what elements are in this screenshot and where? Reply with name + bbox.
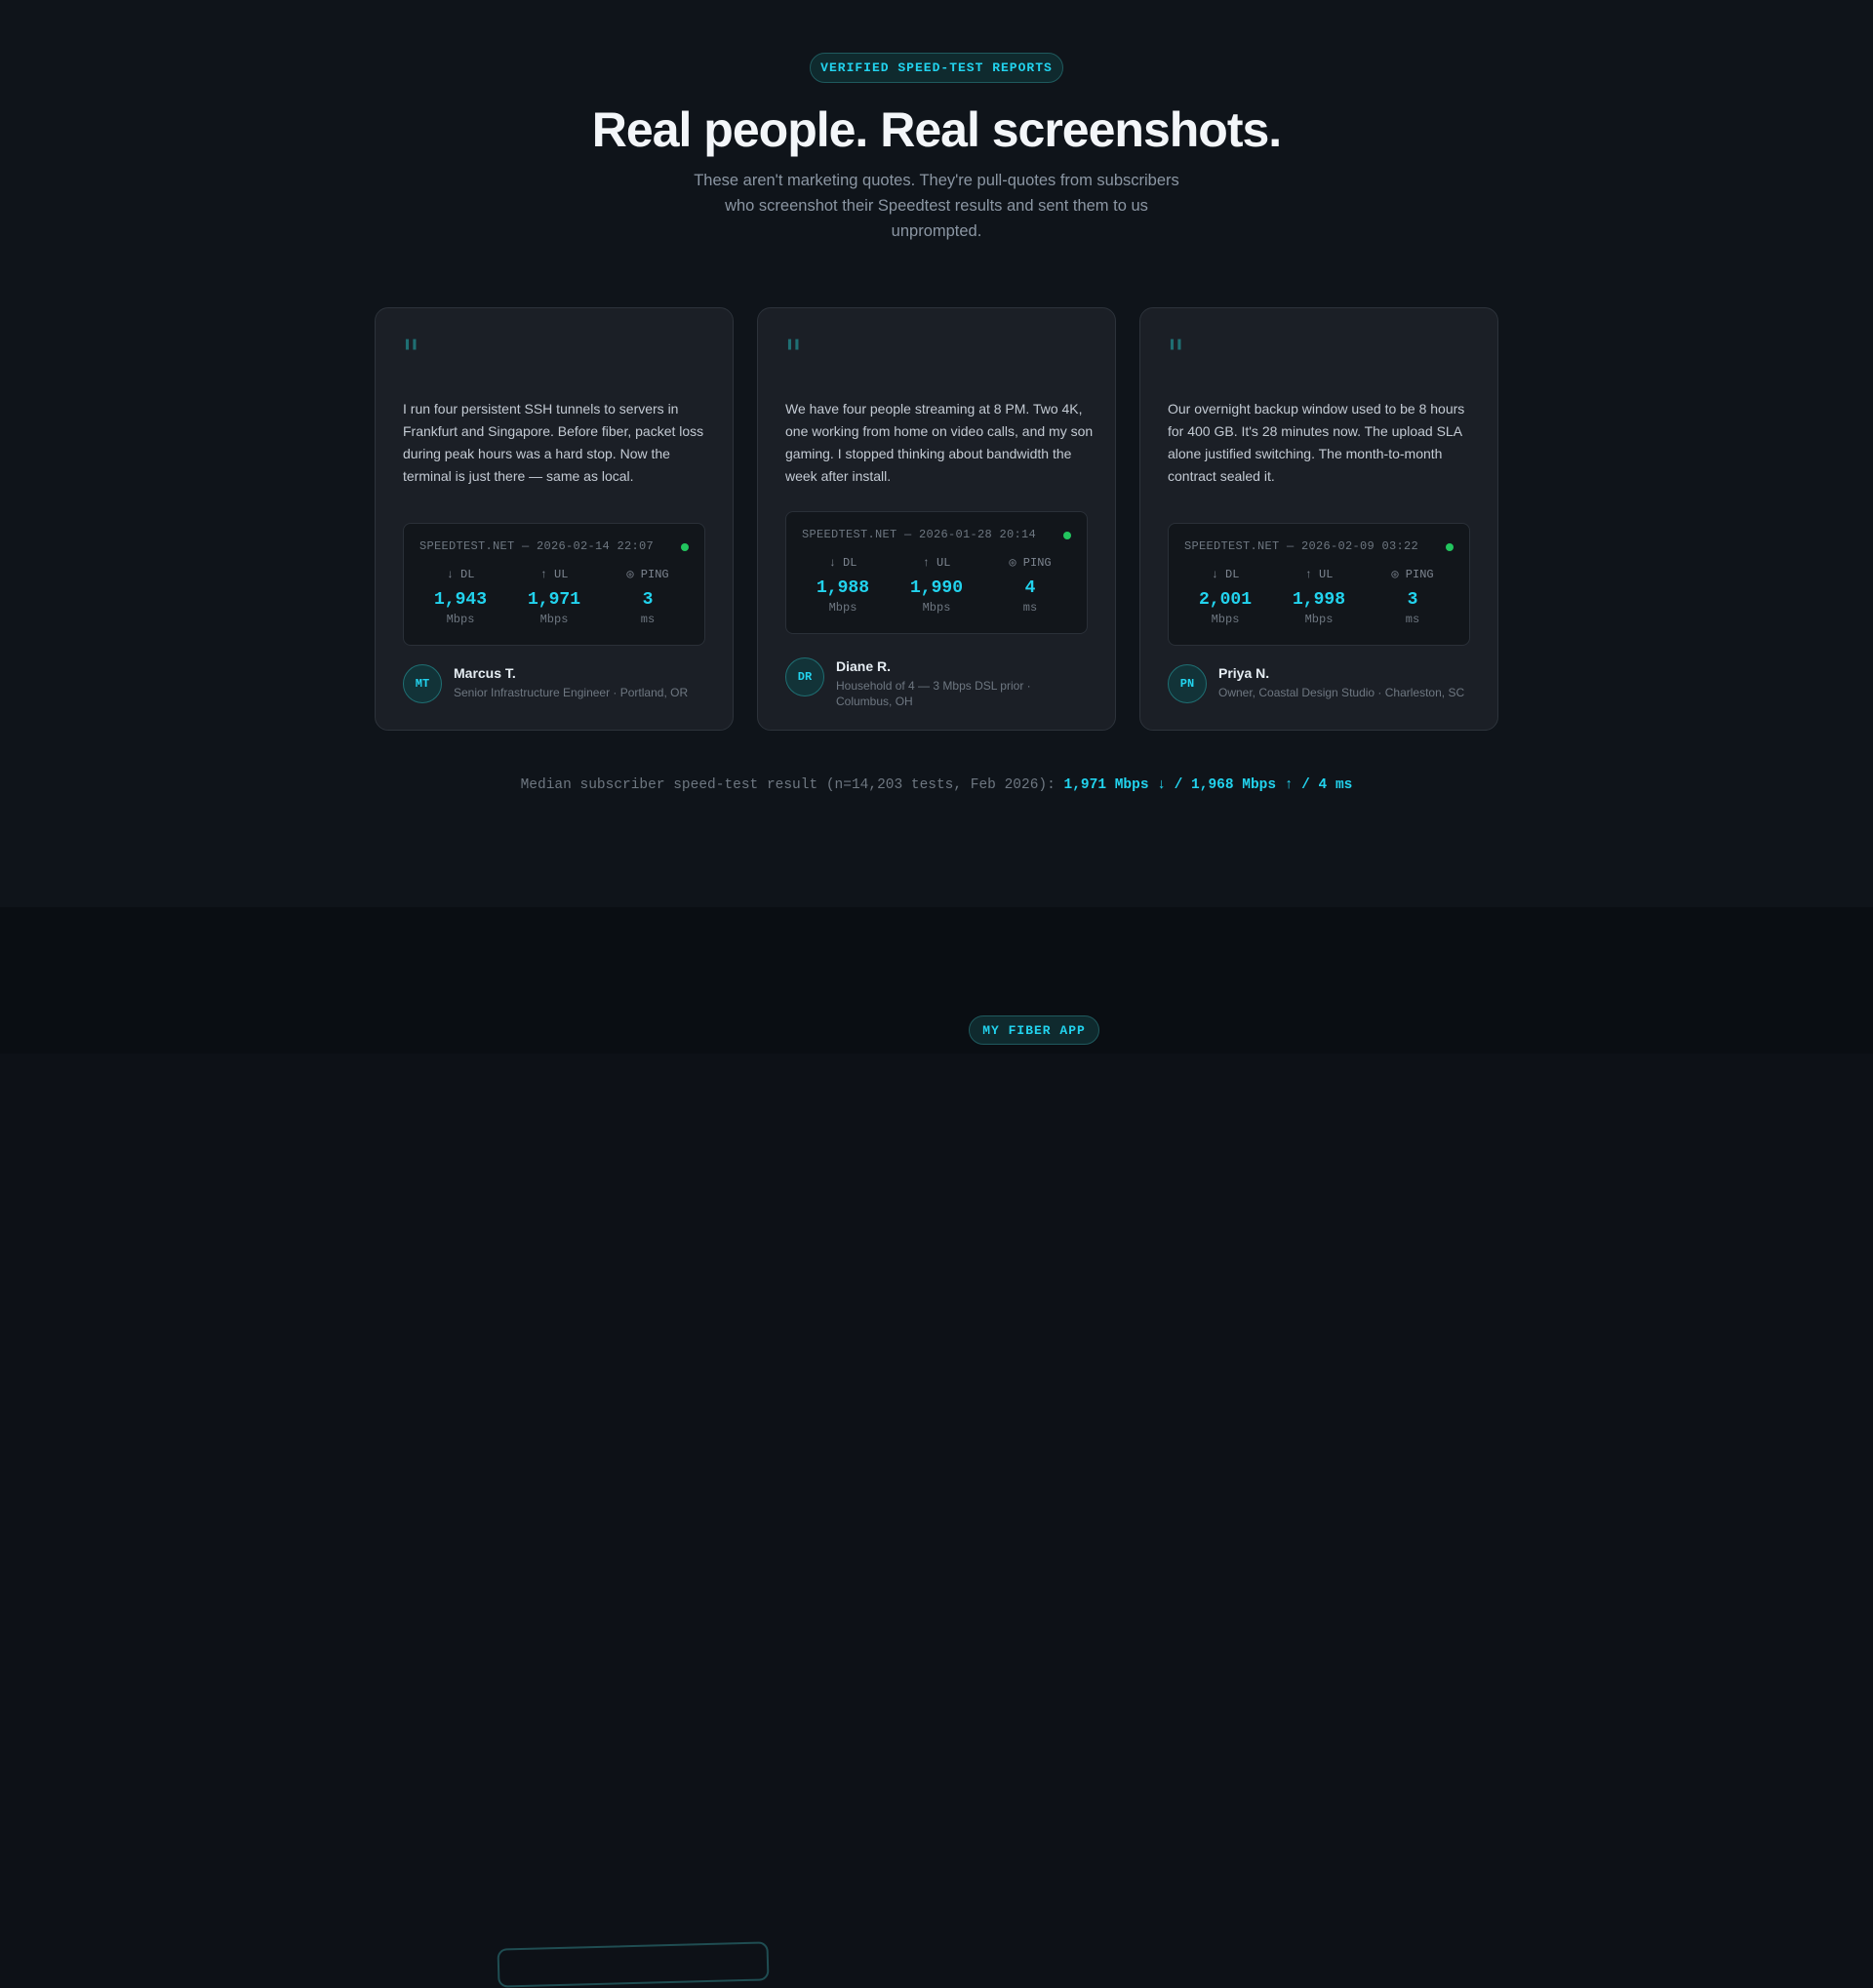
author-role: Owner, Coastal Design Studio · Charlesto… [1218, 686, 1465, 699]
upload-metric: ↑ UL 1,990 Mbps [890, 555, 983, 615]
download-unit: Mbps [1211, 613, 1240, 626]
upload-value: 1,971 [527, 590, 580, 610]
avatar: DR [785, 657, 824, 696]
app-section-badge: MY FIBER APP [969, 1015, 1099, 1045]
testimonials-section: VERIFIED SPEED-TEST REPORTS Real people.… [0, 0, 1873, 907]
upload-metric: ↑ UL 1,971 Mbps [507, 567, 601, 626]
upload-label: ↑ UL [922, 556, 951, 570]
download-value: 2,001 [1198, 590, 1252, 610]
testimonial-author: DR Diane R. Household of 4 — 3 Mbps DSL … [785, 657, 1097, 708]
upload-label: ↑ UL [1304, 568, 1334, 581]
status-dot-icon [681, 543, 689, 551]
ping-value: 4 [1024, 578, 1036, 598]
app-section [0, 907, 1873, 1988]
status-dot-icon [1063, 532, 1071, 539]
ping-label: ◎ PING [1009, 556, 1052, 570]
median-label: Median subscriber speed-test result (n=1… [520, 777, 1056, 793]
testimonial-card: " Our overnight backup window used to be… [1139, 307, 1498, 731]
upload-value: 1,998 [1292, 590, 1345, 610]
download-metric: ↓ DL 1,943 Mbps [414, 567, 507, 626]
ping-label: ◎ PING [626, 568, 669, 581]
ping-unit: ms [1022, 601, 1038, 615]
ping-unit: ms [1405, 613, 1420, 626]
phone-mockup [497, 1941, 770, 1988]
download-metric: ↓ DL 2,001 Mbps [1178, 567, 1272, 626]
quote-icon: " [402, 333, 420, 378]
ping-label: ◎ PING [1391, 568, 1434, 581]
quote-icon: " [1167, 333, 1185, 378]
testimonial-card: " We have four people streaming at 8 PM.… [757, 307, 1116, 731]
author-name: Marcus T. [454, 665, 516, 681]
median-result: Median subscriber speed-test result (n=1… [0, 777, 1873, 793]
download-metric: ↓ DL 1,988 Mbps [796, 555, 890, 615]
author-name: Diane R. [836, 658, 892, 674]
download-value: 1,943 [433, 590, 487, 610]
download-unit: Mbps [828, 601, 857, 615]
ping-metric: ◎ PING 4 ms [983, 555, 1077, 615]
upload-unit: Mbps [922, 601, 951, 615]
median-value: 1,971 Mbps ↓ / 1,968 Mbps ↑ / 4 ms [1063, 777, 1353, 793]
speedtest-header: SPEEDTEST.NET — 2026-02-09 03:22 [1184, 539, 1419, 553]
download-label: ↓ DL [1211, 568, 1240, 581]
upload-value: 1,990 [909, 578, 963, 598]
ping-value: 3 [642, 590, 654, 610]
avatar: PN [1168, 664, 1207, 703]
page-title: Real people. Real screenshots. [591, 102, 1282, 157]
author-role: Senior Infrastructure Engineer · Portlan… [454, 686, 689, 699]
section-badge: VERIFIED SPEED-TEST REPORTS [810, 53, 1063, 83]
testimonial-author: PN Priya N. Owner, Coastal Design Studio… [1168, 664, 1480, 705]
upload-metric: ↑ UL 1,998 Mbps [1272, 567, 1366, 626]
ping-unit: ms [640, 613, 656, 626]
download-label: ↓ DL [828, 556, 857, 570]
testimonial-author: MT Marcus T. Senior Infrastructure Engin… [403, 664, 715, 705]
download-value: 1,988 [816, 578, 869, 598]
speedtest-header: SPEEDTEST.NET — 2026-01-28 20:14 [802, 528, 1037, 541]
testimonial-quote: I run four persistent SSH tunnels to ser… [403, 401, 704, 484]
avatar: MT [403, 664, 442, 703]
download-unit: Mbps [446, 613, 475, 626]
author-name: Priya N. [1218, 665, 1270, 681]
speedtest-result: SPEEDTEST.NET — 2026-01-28 20:14 ↓ DL 1,… [785, 511, 1088, 634]
speedtest-header: SPEEDTEST.NET — 2026-02-14 22:07 [419, 539, 655, 553]
upload-label: ↑ UL [539, 568, 569, 581]
ping-metric: ◎ PING 3 ms [601, 567, 695, 626]
upload-unit: Mbps [539, 613, 569, 626]
author-role: Household of 4 — 3 Mbps DSL prior · Colu… [836, 679, 1031, 708]
download-label: ↓ DL [446, 568, 475, 581]
page-subtitle: These aren't marketing quotes. They're p… [694, 172, 1179, 240]
speedtest-result: SPEEDTEST.NET — 2026-02-09 03:22 ↓ DL 2,… [1168, 523, 1470, 646]
speedtest-result: SPEEDTEST.NET — 2026-02-14 22:07 ↓ DL 1,… [403, 523, 705, 646]
testimonial-quote: Our overnight backup window used to be 8… [1168, 401, 1465, 484]
testimonial-card: " I run four persistent SSH tunnels to s… [375, 307, 734, 731]
ping-value: 3 [1407, 590, 1418, 610]
status-dot-icon [1446, 543, 1454, 551]
upload-unit: Mbps [1304, 613, 1334, 626]
quote-icon: " [784, 333, 803, 378]
testimonial-quote: We have four people streaming at 8 PM. T… [785, 401, 1094, 484]
ping-metric: ◎ PING 3 ms [1366, 567, 1459, 626]
